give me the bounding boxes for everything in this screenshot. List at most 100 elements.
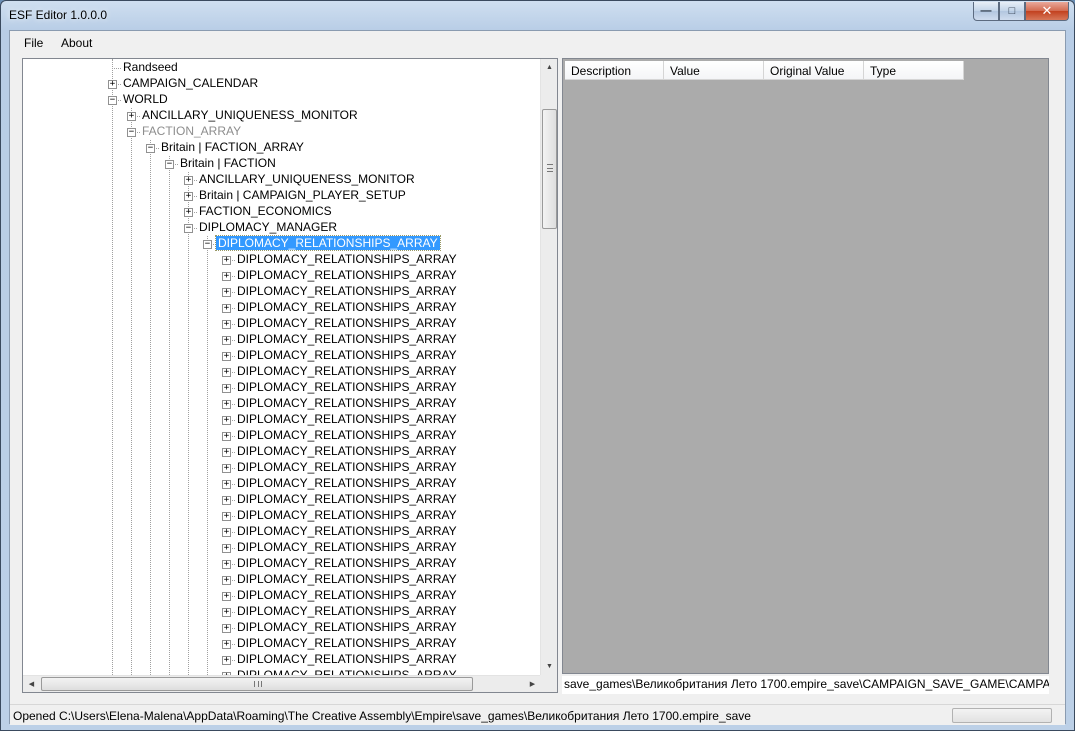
- tree-node[interactable]: FACTION_ARRAY: [140, 124, 243, 140]
- tree-view[interactable]: Randseed + CAMPAIGN_CALENDAR − WORLD + ANCILLA…: [22, 58, 558, 693]
- expand-plus-icon[interactable]: +: [184, 176, 193, 185]
- tree-node[interactable]: DIPLOMACY_RELATIONSHIPS_ARRAY: [235, 652, 459, 668]
- maximize-button[interactable]: □: [999, 2, 1025, 21]
- tree-node[interactable]: DIPLOMACY_RELATIONSHIPS_ARRAY: [235, 588, 459, 604]
- tree-node[interactable]: DIPLOMACY_RELATIONSHIPS_ARRAY: [235, 492, 459, 508]
- tree-node[interactable]: ANCILLARY_UNIQUENESS_MONITOR: [197, 172, 417, 188]
- tree-vertical-scrollbar[interactable]: ▲ ▼: [540, 59, 557, 675]
- expand-plus-icon[interactable]: +: [222, 496, 231, 505]
- tree-node[interactable]: DIPLOMACY_RELATIONSHIPS_ARRAY: [235, 668, 459, 675]
- expand-plus-icon[interactable]: +: [184, 208, 193, 217]
- tree-node[interactable]: DIPLOMACY_RELATIONSHIPS_ARRAY: [235, 316, 459, 332]
- column-header-original-value[interactable]: Original Value: [764, 61, 864, 80]
- tree-node[interactable]: CAMPAIGN_CALENDAR: [121, 76, 260, 92]
- expand-plus-icon[interactable]: +: [222, 288, 231, 297]
- tree-node[interactable]: ANCILLARY_UNIQUENESS_MONITOR: [140, 108, 360, 124]
- expand-plus-icon[interactable]: +: [222, 560, 231, 569]
- expand-plus-icon[interactable]: +: [222, 592, 231, 601]
- column-header-description[interactable]: Description: [565, 61, 664, 80]
- expand-plus-icon[interactable]: +: [222, 352, 231, 361]
- expand-plus-icon[interactable]: +: [222, 384, 231, 393]
- tree-node[interactable]: DIPLOMACY_RELATIONSHIPS_ARRAY: [235, 412, 459, 428]
- expand-plus-icon[interactable]: +: [222, 416, 231, 425]
- expand-plus-icon[interactable]: +: [222, 432, 231, 441]
- scroll-down-arrow-icon[interactable]: ▼: [541, 658, 557, 675]
- expand-plus-icon[interactable]: +: [127, 112, 136, 121]
- tree-node[interactable]: Randseed: [121, 60, 180, 76]
- collapse-minus-icon[interactable]: −: [184, 224, 193, 233]
- expand-plus-icon[interactable]: +: [222, 320, 231, 329]
- collapse-minus-icon[interactable]: −: [108, 96, 117, 105]
- tree-node[interactable]: Britain | FACTION: [178, 156, 278, 172]
- collapse-minus-icon[interactable]: −: [165, 160, 174, 169]
- tree-node[interactable]: DIPLOMACY_RELATIONSHIPS_ARRAY: [235, 476, 459, 492]
- tree-node[interactable]: DIPLOMACY_RELATIONSHIPS_ARRAY: [235, 508, 459, 524]
- expand-plus-icon[interactable]: +: [222, 400, 231, 409]
- collapse-minus-icon[interactable]: −: [127, 128, 136, 137]
- node-path-field[interactable]: save_games\Великобритания Лето 1700.empi…: [562, 676, 1049, 694]
- title-bar[interactable]: ESF Editor 1.0.0.0 — □ ✕: [1, 1, 1074, 30]
- tree-node[interactable]: DIPLOMACY_RELATIONSHIPS_ARRAY: [235, 636, 459, 652]
- scroll-left-arrow-icon[interactable]: ◀: [23, 676, 40, 692]
- expand-plus-icon[interactable]: +: [222, 448, 231, 457]
- tree-node-label: FACTION_ARRAY: [142, 124, 242, 138]
- tree-node[interactable]: FACTION_ECONOMICS: [197, 204, 334, 220]
- tree-node[interactable]: DIPLOMACY_RELATIONSHIPS_ARRAY: [235, 300, 459, 316]
- tree-node[interactable]: DIPLOMACY_RELATIONSHIPS_ARRAY: [235, 556, 459, 572]
- tree-node[interactable]: WORLD: [121, 92, 170, 108]
- expand-plus-icon[interactable]: +: [222, 608, 231, 617]
- scroll-right-arrow-icon[interactable]: ▶: [524, 676, 541, 692]
- expand-plus-icon[interactable]: +: [222, 304, 231, 313]
- properties-grid[interactable]: Description Value Original Value Type: [562, 58, 1049, 674]
- tree-node[interactable]: DIPLOMACY_RELATIONSHIPS_ARRAY: [235, 604, 459, 620]
- tree-node[interactable]: DIPLOMACY_MANAGER: [197, 220, 339, 236]
- tree-node[interactable]: DIPLOMACY_RELATIONSHIPS_ARRAY: [235, 380, 459, 396]
- expand-plus-icon[interactable]: +: [222, 544, 231, 553]
- expand-plus-icon[interactable]: +: [222, 464, 231, 473]
- collapse-minus-icon[interactable]: −: [203, 240, 212, 249]
- tree-node[interactable]: DIPLOMACY_RELATIONSHIPS_ARRAY: [235, 348, 459, 364]
- tree-horizontal-scrollbar[interactable]: ◀ ▶: [23, 675, 541, 692]
- expand-plus-icon[interactable]: +: [222, 512, 231, 521]
- menu-file[interactable]: File: [24, 36, 43, 50]
- tree-node[interactable]: DIPLOMACY_RELATIONSHIPS_ARRAY: [235, 460, 459, 476]
- tree-node[interactable]: DIPLOMACY_RELATIONSHIPS_ARRAY: [235, 332, 459, 348]
- expand-plus-icon[interactable]: +: [222, 528, 231, 537]
- grid-header: Description Value Original Value Type: [565, 61, 964, 80]
- tree-node[interactable]: DIPLOMACY_RELATIONSHIPS_ARRAY: [235, 268, 459, 284]
- expand-plus-icon[interactable]: +: [108, 80, 117, 89]
- tree-node[interactable]: DIPLOMACY_RELATIONSHIPS_ARRAY: [235, 572, 459, 588]
- tree-node[interactable]: DIPLOMACY_RELATIONSHIPS_ARRAY: [235, 396, 459, 412]
- tree-node[interactable]: DIPLOMACY_RELATIONSHIPS_ARRAY: [235, 252, 459, 268]
- tree-node[interactable]: DIPLOMACY_RELATIONSHIPS_ARRAY: [235, 428, 459, 444]
- tree-node[interactable]: DIPLOMACY_RELATIONSHIPS_ARRAY: [235, 524, 459, 540]
- expand-plus-icon[interactable]: +: [222, 256, 231, 265]
- minimize-button[interactable]: —: [973, 2, 999, 21]
- expand-plus-icon[interactable]: +: [222, 336, 231, 345]
- tree-node[interactable]: DIPLOMACY_RELATIONSHIPS_ARRAY: [235, 284, 459, 300]
- tree-node[interactable]: Britain | FACTION_ARRAY: [159, 140, 306, 156]
- expand-plus-icon[interactable]: +: [222, 272, 231, 281]
- close-button[interactable]: ✕: [1025, 2, 1069, 21]
- tree-node[interactable]: DIPLOMACY_RELATIONSHIPS_ARRAY: [235, 364, 459, 380]
- expand-plus-icon[interactable]: +: [222, 576, 231, 585]
- column-header-type[interactable]: Type: [864, 61, 964, 80]
- tree-node[interactable]: DIPLOMACY_RELATIONSHIPS_ARRAY: [235, 444, 459, 460]
- scroll-up-arrow-icon[interactable]: ▲: [541, 59, 557, 76]
- collapse-minus-icon[interactable]: −: [146, 144, 155, 153]
- expand-plus-icon[interactable]: +: [222, 368, 231, 377]
- column-header-value[interactable]: Value: [664, 61, 764, 80]
- tree-node[interactable]: Britain | CAMPAIGN_PLAYER_SETUP: [197, 188, 408, 204]
- expand-plus-icon[interactable]: +: [222, 640, 231, 649]
- expand-plus-icon[interactable]: +: [184, 192, 193, 201]
- horizontal-scroll-thumb[interactable]: [41, 677, 473, 691]
- menu-about[interactable]: About: [61, 36, 92, 50]
- expand-plus-icon[interactable]: +: [222, 624, 231, 633]
- tree-node-label: DIPLOMACY_RELATIONSHIPS_ARRAY: [215, 235, 441, 251]
- tree-node[interactable]: DIPLOMACY_RELATIONSHIPS_ARRAY: [215, 235, 441, 252]
- expand-plus-icon[interactable]: +: [222, 656, 231, 665]
- tree-node[interactable]: DIPLOMACY_RELATIONSHIPS_ARRAY: [235, 540, 459, 556]
- expand-plus-icon[interactable]: +: [222, 480, 231, 489]
- tree-node[interactable]: DIPLOMACY_RELATIONSHIPS_ARRAY: [235, 620, 459, 636]
- vertical-scroll-thumb[interactable]: [542, 109, 557, 229]
